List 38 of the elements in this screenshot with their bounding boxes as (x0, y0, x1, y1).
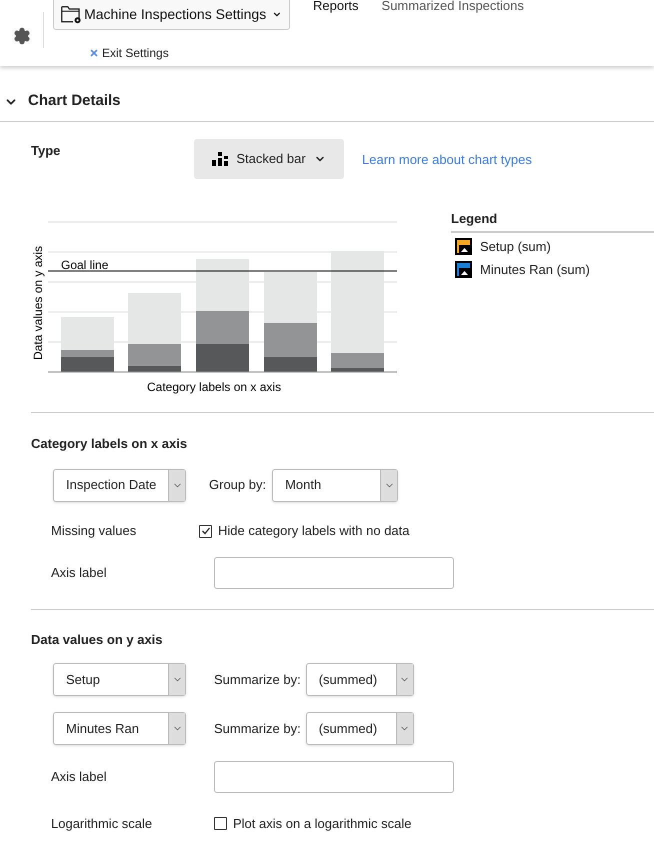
exit-settings-link[interactable]: Exit Settings (89, 44, 290, 62)
chart-type-dropdown[interactable]: Stacked bar (194, 139, 344, 179)
legend-label: Setup (sum) (480, 238, 551, 256)
legend-label: Minutes Ran (sum) (480, 261, 590, 279)
select-field[interactable]: (summed) (306, 712, 414, 745)
checkbox[interactable] (199, 524, 212, 538)
section-title: Category labels on x axis (31, 435, 188, 453)
field-label: Logarithmic scale (50, 814, 154, 833)
select-field[interactable]: Inspection Date (53, 468, 186, 502)
checkbox-label: Plot axis on a logarithmic scale (233, 814, 412, 833)
nav-tab[interactable]: Summarized Inspections (382, 0, 524, 13)
select-field[interactable]: Minutes Ran (53, 712, 186, 745)
field-label: Axis label (50, 564, 108, 582)
field-label: Axis label (50, 768, 108, 786)
settings-menu-button[interactable]: Machine Inspections Settings (53, 0, 290, 30)
checkbox-label: Hide category labels with no data (218, 522, 410, 540)
bar-chart-icon (212, 152, 228, 166)
x-axis-label: Category labels on x axis (147, 380, 282, 394)
field-label: Summarize by: (214, 670, 301, 689)
settings-icon[interactable] (12, 27, 30, 45)
checkbox[interactable] (214, 817, 227, 830)
field-label: Summarize by: (214, 720, 301, 738)
input-field[interactable] (214, 557, 454, 589)
select-field[interactable]: (summed) (306, 663, 414, 696)
close-icon (89, 48, 99, 58)
nav-tab[interactable]: Reports (313, 0, 359, 13)
field-label: Group by: (209, 476, 266, 494)
goal-line-label: Goal line (61, 258, 108, 272)
input-field[interactable] (214, 760, 454, 792)
field-label: Missing values (50, 522, 138, 540)
section-title: Data values on y axis (31, 630, 164, 649)
select-field[interactable]: Setup (53, 663, 186, 696)
section-header[interactable]: Chart Details (0, 82, 654, 122)
legend-title: Legend (451, 209, 654, 232)
y-axis-label: Data values on y axis (31, 246, 45, 360)
type-label: Type (31, 142, 62, 160)
select-field[interactable]: Month (272, 468, 398, 502)
chart-types-link[interactable]: Learn more about chart types (362, 150, 532, 179)
